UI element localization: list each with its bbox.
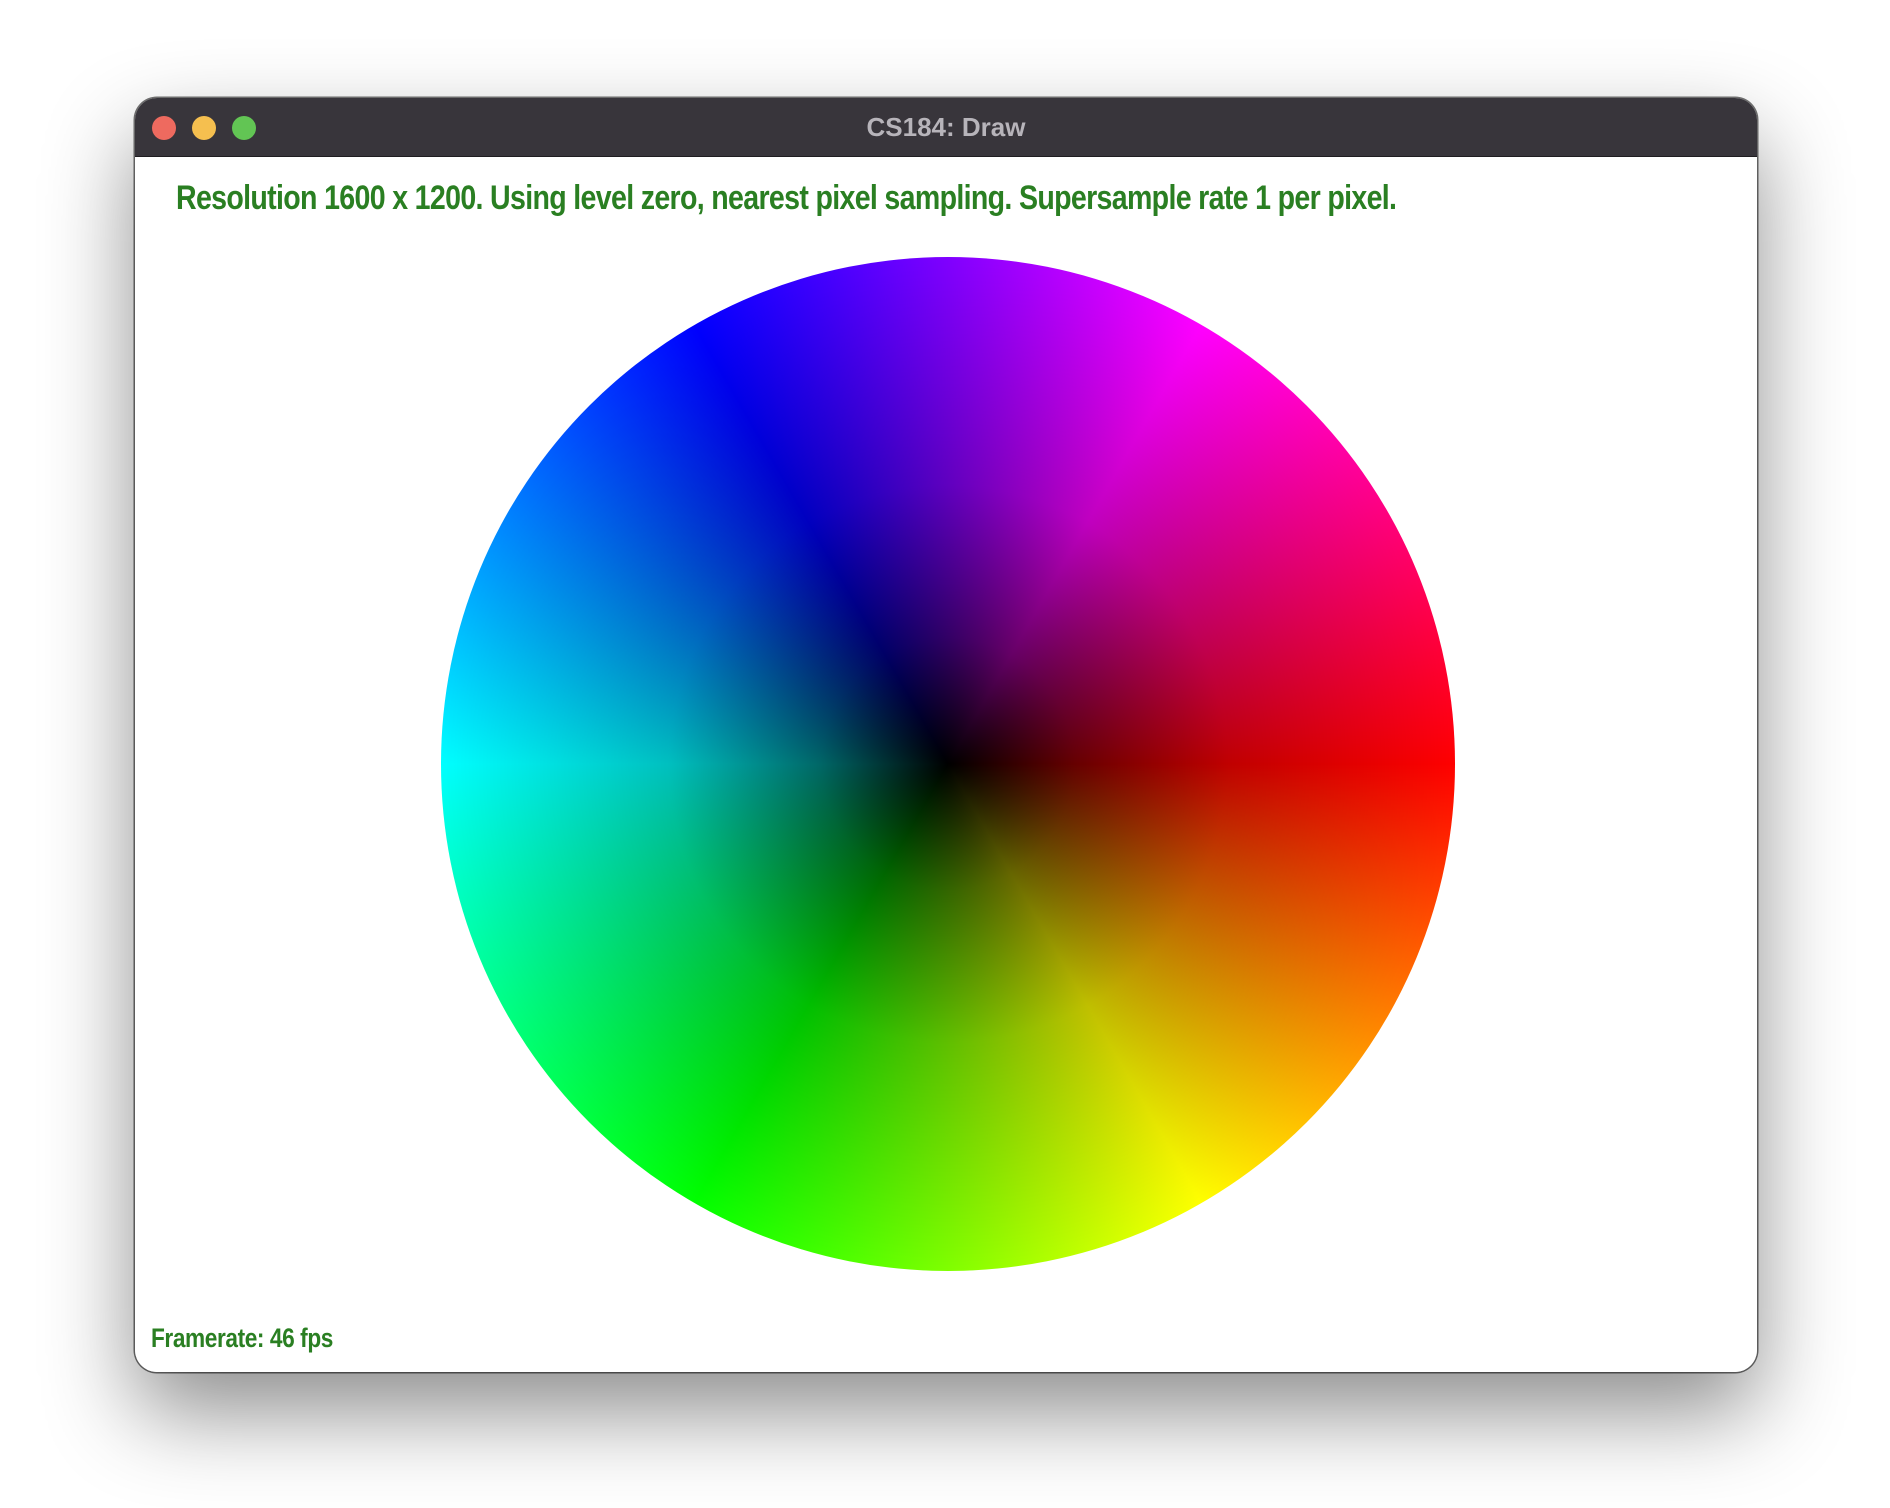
framerate-text: Framerate: 46 fps [151, 1323, 333, 1353]
window-title: CS184: Draw [866, 112, 1026, 142]
app-window: CS184: Draw Resolution 1600 x 1200. Usin… [135, 98, 1757, 1372]
draw-canvas[interactable]: Resolution 1600 x 1200. Using level zero… [135, 157, 1757, 1372]
title-bar[interactable]: CS184: Draw [135, 98, 1757, 157]
render-info-text: Resolution 1600 x 1200. Using level zero… [176, 179, 1397, 217]
color-wheel [441, 257, 1455, 1271]
